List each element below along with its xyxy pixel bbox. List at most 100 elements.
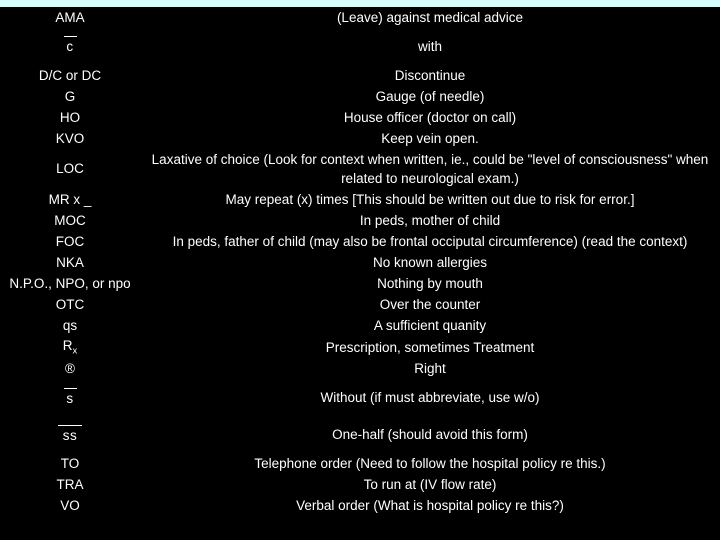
abbreviation-text: D/C or DC <box>38 67 102 83</box>
abbreviation-cell: c <box>0 28 140 65</box>
abbreviation-text: KVO <box>55 130 85 146</box>
meaning-cell: Right <box>140 358 720 379</box>
c-with-overbar-symbol: c <box>63 36 77 55</box>
table-row: FOC In peds, father of child (may also b… <box>0 231 720 252</box>
meaning-cell: Telephone order (Need to follow the hosp… <box>140 453 720 474</box>
abbreviation-cell: N.P.O., NPO, or npo <box>0 273 140 294</box>
meaning-cell: To run at (IV flow rate) <box>140 474 720 495</box>
abbreviation-text: OTC <box>55 296 85 312</box>
ss-with-overbar-symbol: ss <box>58 424 82 443</box>
abbreviation-text: LOC <box>56 161 84 177</box>
abbreviation-cell: ® <box>0 358 140 379</box>
meaning-text: Discontinue <box>394 67 466 83</box>
abbreviation-cell: Rx <box>0 336 140 358</box>
s-with-overbar-symbol: s <box>63 387 77 406</box>
table-row: ss One-half (should avoid this form) <box>0 416 720 453</box>
overbar-line <box>63 36 77 38</box>
meaning-cell: Nothing by mouth <box>140 273 720 294</box>
table-row: VO Verbal order (What is hospital policy… <box>0 495 720 516</box>
table-row: TRA To run at (IV flow rate) <box>0 474 720 495</box>
table-row: ® Right <box>0 358 720 379</box>
meaning-cell: House officer (doctor on call) <box>140 107 720 128</box>
meaning-cell: Without (if must abbreviate, use w/o) <box>140 379 720 416</box>
meaning-cell: Discontinue <box>140 65 720 86</box>
abbreviation-cell: NKA <box>0 252 140 273</box>
meaning-cell: Verbal order (What is hospital policy re… <box>140 495 720 516</box>
table-row: Rx Prescription, sometimes Treatment <box>0 336 720 358</box>
meaning-text: Over the counter <box>379 296 481 312</box>
abbreviation-text: FOC <box>55 233 85 249</box>
abbreviation-text: MR x _ <box>48 191 92 207</box>
abbreviation-cell: AMA <box>0 7 140 28</box>
rx-subscript-x: x <box>72 345 78 357</box>
abbreviation-text: qs <box>62 317 78 333</box>
table-row: MOC In peds, mother of child <box>0 210 720 231</box>
top-accent-bar <box>0 0 720 7</box>
meaning-cell: Keep vein open. <box>140 128 720 149</box>
abbreviation-cell: OTC <box>0 294 140 315</box>
abbreviation-cell: VO <box>0 495 140 516</box>
meaning-text: In peds, father of child (may also be fr… <box>172 233 688 249</box>
table-row: c with <box>0 28 720 65</box>
meaning-cell: Gauge (of needle) <box>140 86 720 107</box>
table-body: AMA (Leave) against medical advice c wit… <box>0 7 720 516</box>
abbreviation-text: MOC <box>54 212 86 228</box>
meaning-text: Telephone order (Need to follow the hosp… <box>254 456 606 472</box>
rx-symbol: Rx <box>62 338 78 357</box>
abbreviation-text: VO <box>60 498 80 514</box>
overbar-line <box>58 424 82 426</box>
table-row: MR x _ May repeat (x) times [This should… <box>0 189 720 210</box>
slide-canvas: AMA (Leave) against medical advice c wit… <box>0 0 720 540</box>
medical-abbreviations-table: AMA (Leave) against medical advice c wit… <box>0 7 720 516</box>
abbreviation-text: HO <box>59 109 81 125</box>
abbreviation-cell: qs <box>0 315 140 336</box>
abbreviation-cell: ss <box>0 416 140 453</box>
abbreviation-text: NKA <box>56 254 84 270</box>
abbreviation-text: N.P.O., NPO, or npo <box>9 275 131 291</box>
meaning-text: Without (if must abbreviate, use w/o) <box>320 390 540 406</box>
abbreviation-text: AMA <box>55 9 85 25</box>
meaning-cell: A sufficient quanity <box>140 315 720 336</box>
abbreviation-cell: MOC <box>0 210 140 231</box>
meaning-text: Laxative of choice (Look for context whe… <box>151 151 709 186</box>
meaning-cell: No known allergies <box>140 252 720 273</box>
table-row: TO Telephone order (Need to follow the h… <box>0 453 720 474</box>
meaning-text: Prescription, sometimes Treatment <box>325 339 535 355</box>
meaning-text: Keep vein open. <box>381 130 479 146</box>
meaning-text: with <box>417 38 442 54</box>
table-row: D/C or DC Discontinue <box>0 65 720 86</box>
meaning-cell: May repeat (x) times [This should be wri… <box>140 189 720 210</box>
meaning-cell: In peds, mother of child <box>140 210 720 231</box>
meaning-cell: Prescription, sometimes Treatment <box>140 336 720 358</box>
table-row: s Without (if must abbreviate, use w/o) <box>0 379 720 416</box>
meaning-text: (Leave) against medical advice <box>336 9 524 25</box>
table-row: N.P.O., NPO, or npo Nothing by mouth <box>0 273 720 294</box>
meaning-cell: Laxative of choice (Look for context whe… <box>140 149 720 189</box>
meaning-text: A sufficient quanity <box>373 317 487 333</box>
meaning-cell: with <box>140 28 720 65</box>
meaning-text: Right <box>414 361 446 377</box>
meaning-text: Nothing by mouth <box>377 275 483 291</box>
meaning-cell: One-half (should avoid this form) <box>140 416 720 453</box>
abbreviation-text: c <box>66 39 74 55</box>
meaning-text: No known allergies <box>372 254 488 270</box>
abbreviation-cell: TRA <box>0 474 140 495</box>
registered-trademark-icon: ® <box>65 361 75 377</box>
abbreviation-cell: MR x _ <box>0 189 140 210</box>
meaning-cell: In peds, father of child (may also be fr… <box>140 231 720 252</box>
abbreviation-cell: TO <box>0 453 140 474</box>
abbreviation-cell: KVO <box>0 128 140 149</box>
meaning-text: Verbal order (What is hospital policy re… <box>296 498 564 514</box>
abbreviation-cell: FOC <box>0 231 140 252</box>
abbreviation-text: s <box>66 390 74 406</box>
meaning-cell: Over the counter <box>140 294 720 315</box>
abbreviation-cell: G <box>0 86 140 107</box>
overbar-line <box>63 387 77 389</box>
abbreviation-cell: s <box>0 379 140 416</box>
table-row: HO House officer (doctor on call) <box>0 107 720 128</box>
meaning-text: One-half (should avoid this form) <box>332 427 528 443</box>
meaning-cell: (Leave) against medical advice <box>140 7 720 28</box>
abbreviation-cell: HO <box>0 107 140 128</box>
abbreviation-text: ss <box>62 427 78 443</box>
table-row: OTC Over the counter <box>0 294 720 315</box>
